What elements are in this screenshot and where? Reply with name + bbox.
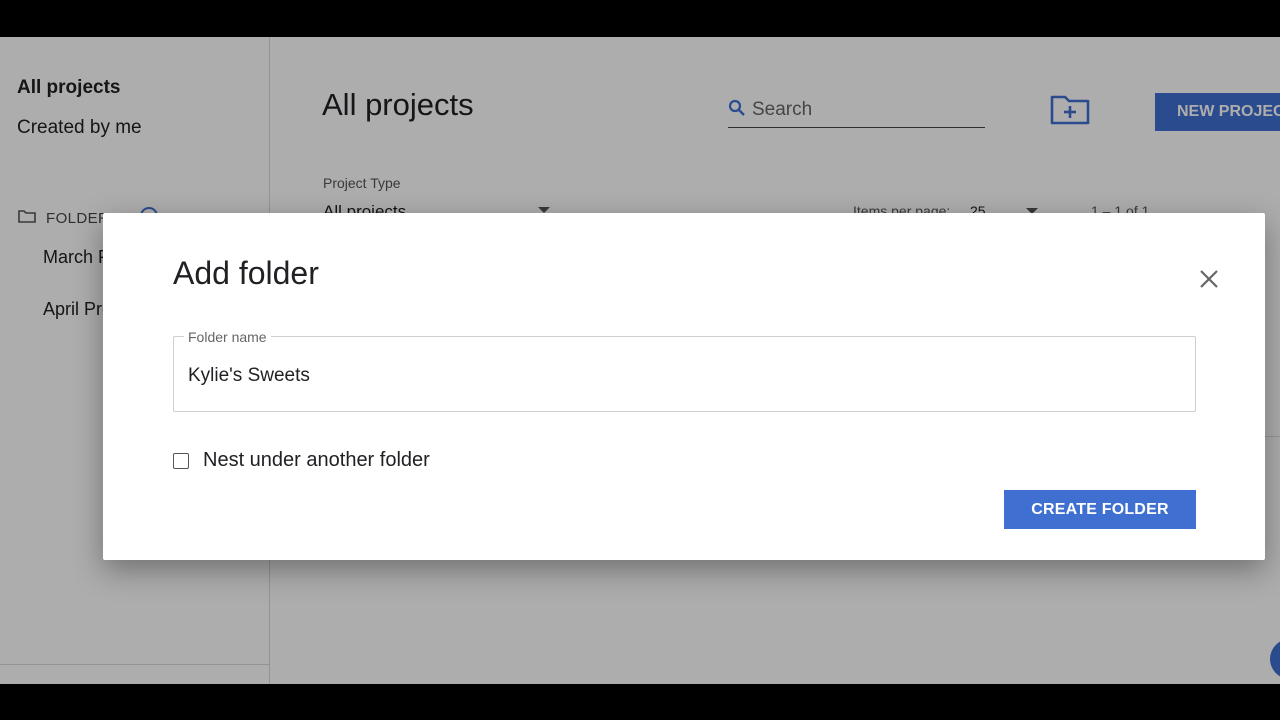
nest-folder-label: Nest under another folder (203, 449, 430, 471)
folder-name-field[interactable]: Folder name (173, 329, 1196, 412)
nest-folder-option[interactable]: Nest under another folder (173, 449, 430, 472)
folder-name-input[interactable] (188, 365, 1178, 387)
bottom-letterbox (0, 684, 1280, 720)
close-icon (1197, 270, 1221, 295)
nest-folder-checkbox[interactable] (173, 452, 189, 469)
create-folder-button[interactable]: CREATE FOLDER (1004, 490, 1196, 529)
close-button[interactable] (1197, 267, 1221, 291)
folder-name-label: Folder name (184, 329, 271, 345)
dialog-title: Add folder (173, 255, 319, 291)
add-folder-dialog: Add folder Folder name Nest under anothe… (103, 213, 1265, 560)
top-letterbox (0, 0, 1280, 37)
